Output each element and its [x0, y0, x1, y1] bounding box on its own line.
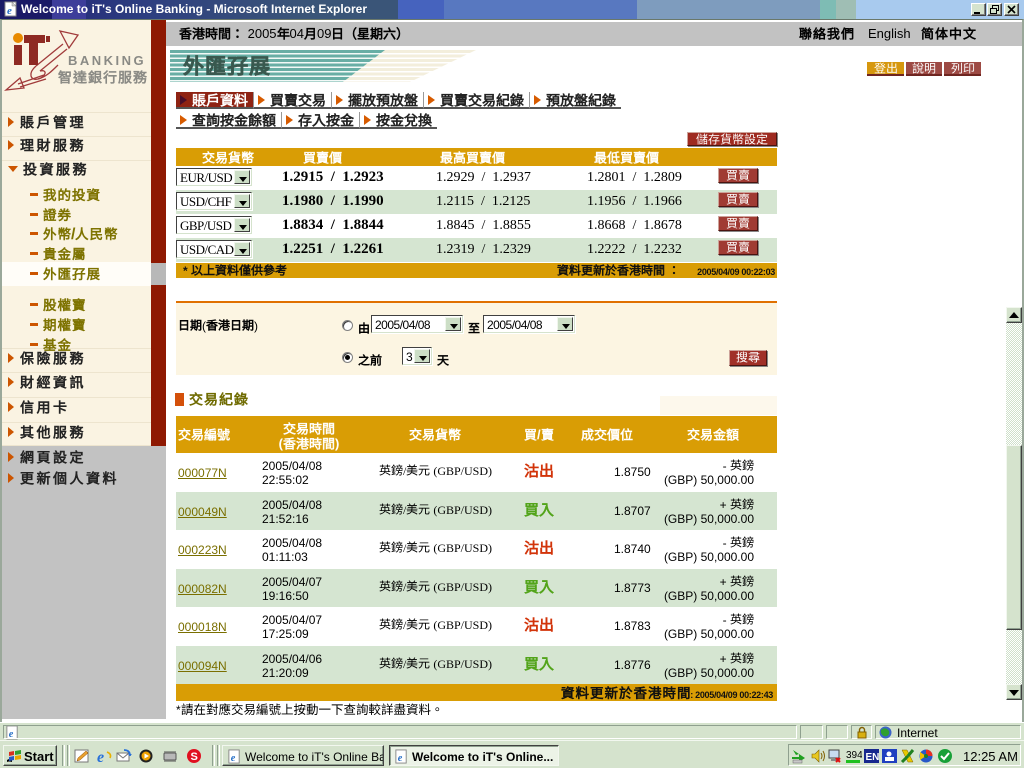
svg-text:e: e — [398, 753, 403, 764]
svg-text:e: e — [97, 749, 104, 765]
svg-text:EN: EN — [866, 752, 880, 763]
svg-text:e: e — [7, 5, 12, 17]
svg-text:e: e — [231, 753, 236, 764]
svg-text:S: S — [191, 751, 198, 763]
svg-text:394: 394 — [846, 750, 862, 761]
